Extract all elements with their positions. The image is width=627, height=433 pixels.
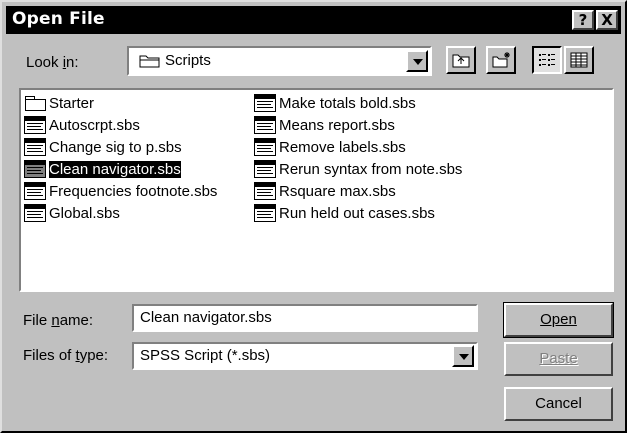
file-name-text: Means report.sbs (279, 116, 395, 134)
dialog-title: Open File (12, 9, 105, 29)
file-type-dropdown-button[interactable] (452, 345, 474, 367)
file-list-item[interactable]: Rerun syntax from note.sbs (254, 158, 462, 180)
file-name-text: Remove labels.sbs (279, 138, 406, 156)
file-type-value: SPSS Script (*.sbs) (140, 347, 271, 364)
script-file-icon (254, 138, 276, 156)
paste-button[interactable]: Paste (504, 342, 613, 376)
script-file-icon (254, 116, 276, 134)
file-name-value: Clean navigator.sbs (140, 309, 272, 326)
folder-list-item[interactable]: Starter (24, 92, 94, 114)
file-name-text: Run held out cases.sbs (279, 204, 435, 222)
script-file-icon (254, 204, 276, 222)
script-file-icon (24, 182, 46, 200)
file-list-item[interactable]: Make totals bold.sbs (254, 92, 416, 114)
script-file-icon (24, 160, 46, 178)
file-name-text: Rsquare max.sbs (279, 182, 396, 200)
file-name-text: Global.sbs (49, 204, 120, 222)
list-view-button[interactable] (532, 46, 562, 74)
paste-button-label: Paste (539, 350, 578, 367)
file-list-item[interactable]: Means report.sbs (254, 114, 395, 136)
script-file-icon (24, 116, 46, 134)
file-list-item[interactable]: Run held out cases.sbs (254, 202, 435, 224)
file-name-text: Autoscrpt.sbs (49, 116, 140, 134)
script-file-icon (254, 94, 276, 112)
look-in-value: Scripts (165, 52, 211, 69)
file-name-text: Starter (49, 94, 95, 112)
new-folder-icon (491, 51, 513, 74)
file-type-combo[interactable]: SPSS Script (*.sbs) (132, 342, 478, 370)
look-in-label: Look in: (26, 54, 79, 71)
script-file-icon (24, 204, 46, 222)
script-file-icon (24, 138, 46, 156)
file-name-text: Rerun syntax from note.sbs (279, 160, 463, 178)
file-list-item[interactable]: Frequencies footnote.sbs (24, 180, 217, 202)
file-list-item[interactable]: Global.sbs (24, 202, 120, 224)
script-file-icon (254, 160, 276, 178)
cancel-button[interactable]: Cancel (504, 387, 613, 421)
file-list-item[interactable]: Remove labels.sbs (254, 136, 406, 158)
title-bar[interactable]: Open File ? X (6, 6, 621, 34)
file-list-item[interactable]: Clean navigator.sbs (24, 158, 181, 180)
file-list-item[interactable]: Rsquare max.sbs (254, 180, 396, 202)
file-list[interactable]: Starter Autoscrpt.sbs Change sig to p.sbs C… (19, 88, 614, 292)
details-view-icon (570, 52, 588, 73)
file-name-text: Clean navigator.sbs (49, 160, 181, 178)
look-in-combo[interactable]: Scripts (127, 46, 432, 76)
up-folder-icon (451, 51, 471, 74)
file-list-item[interactable]: Change sig to p.sbs (24, 136, 182, 158)
file-name-text: Make totals bold.sbs (279, 94, 416, 112)
up-one-level-button[interactable] (446, 46, 476, 74)
script-file-icon (254, 182, 276, 200)
folder-icon (139, 53, 161, 69)
list-view-icon (538, 52, 556, 73)
folder-icon (24, 94, 46, 112)
file-name-text: Frequencies footnote.sbs (49, 182, 218, 200)
look-in-dropdown-button[interactable] (406, 50, 428, 72)
file-name-text: Change sig to p.sbs (49, 138, 182, 156)
close-button[interactable]: X (596, 10, 618, 30)
file-list-item[interactable]: Autoscrpt.sbs (24, 114, 140, 136)
file-name-input[interactable]: Clean navigator.sbs (132, 304, 478, 332)
new-folder-button[interactable] (486, 46, 516, 74)
cancel-button-label: Cancel (535, 395, 582, 412)
open-button[interactable]: Open (503, 302, 614, 338)
details-view-button[interactable] (564, 46, 594, 74)
open-button-label: Open (540, 311, 577, 328)
help-button[interactable]: ? (572, 10, 594, 30)
file-type-label: Files of type: (23, 347, 109, 364)
open-file-dialog: Open File ? X Look in: Scripts Starter Au… (0, 0, 627, 433)
file-name-label: File name: (23, 312, 94, 329)
